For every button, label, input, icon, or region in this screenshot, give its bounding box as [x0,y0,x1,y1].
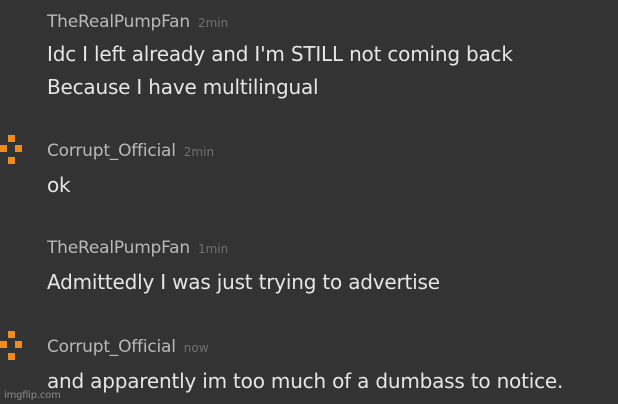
username[interactable]: Corrupt_Official [47,337,176,357]
message-text: Because I have multilingual [47,75,319,99]
message-header: Corrupt_Official now [47,337,209,358]
username[interactable]: TheRealPumpFan [47,12,190,32]
username[interactable]: Corrupt_Official [47,141,176,161]
message-text: ok [47,173,71,197]
watermark: imgflip.com [4,390,61,401]
timestamp: 1min [197,242,229,256]
message-header: Corrupt_Official 2min [47,141,214,162]
chat-log: TheRealPumpFan 2min Idc I left already an… [0,0,618,404]
timestamp: 2min [183,145,215,159]
timestamp: now [183,341,209,355]
message-text: and apparently im too much of a dumbass … [47,369,564,393]
message-header: TheRealPumpFan 2min [47,12,228,33]
username[interactable]: TheRealPumpFan [47,238,190,258]
orange-pixel-avatar-icon[interactable] [0,329,22,373]
orange-pixel-avatar-icon[interactable] [0,133,22,177]
timestamp: 2min [197,16,229,30]
message-text: Admittedly I was just trying to advertis… [47,270,440,294]
message-text: Idc I left already and I'm STILL not com… [47,42,513,66]
message-header: TheRealPumpFan 1min [47,238,228,259]
